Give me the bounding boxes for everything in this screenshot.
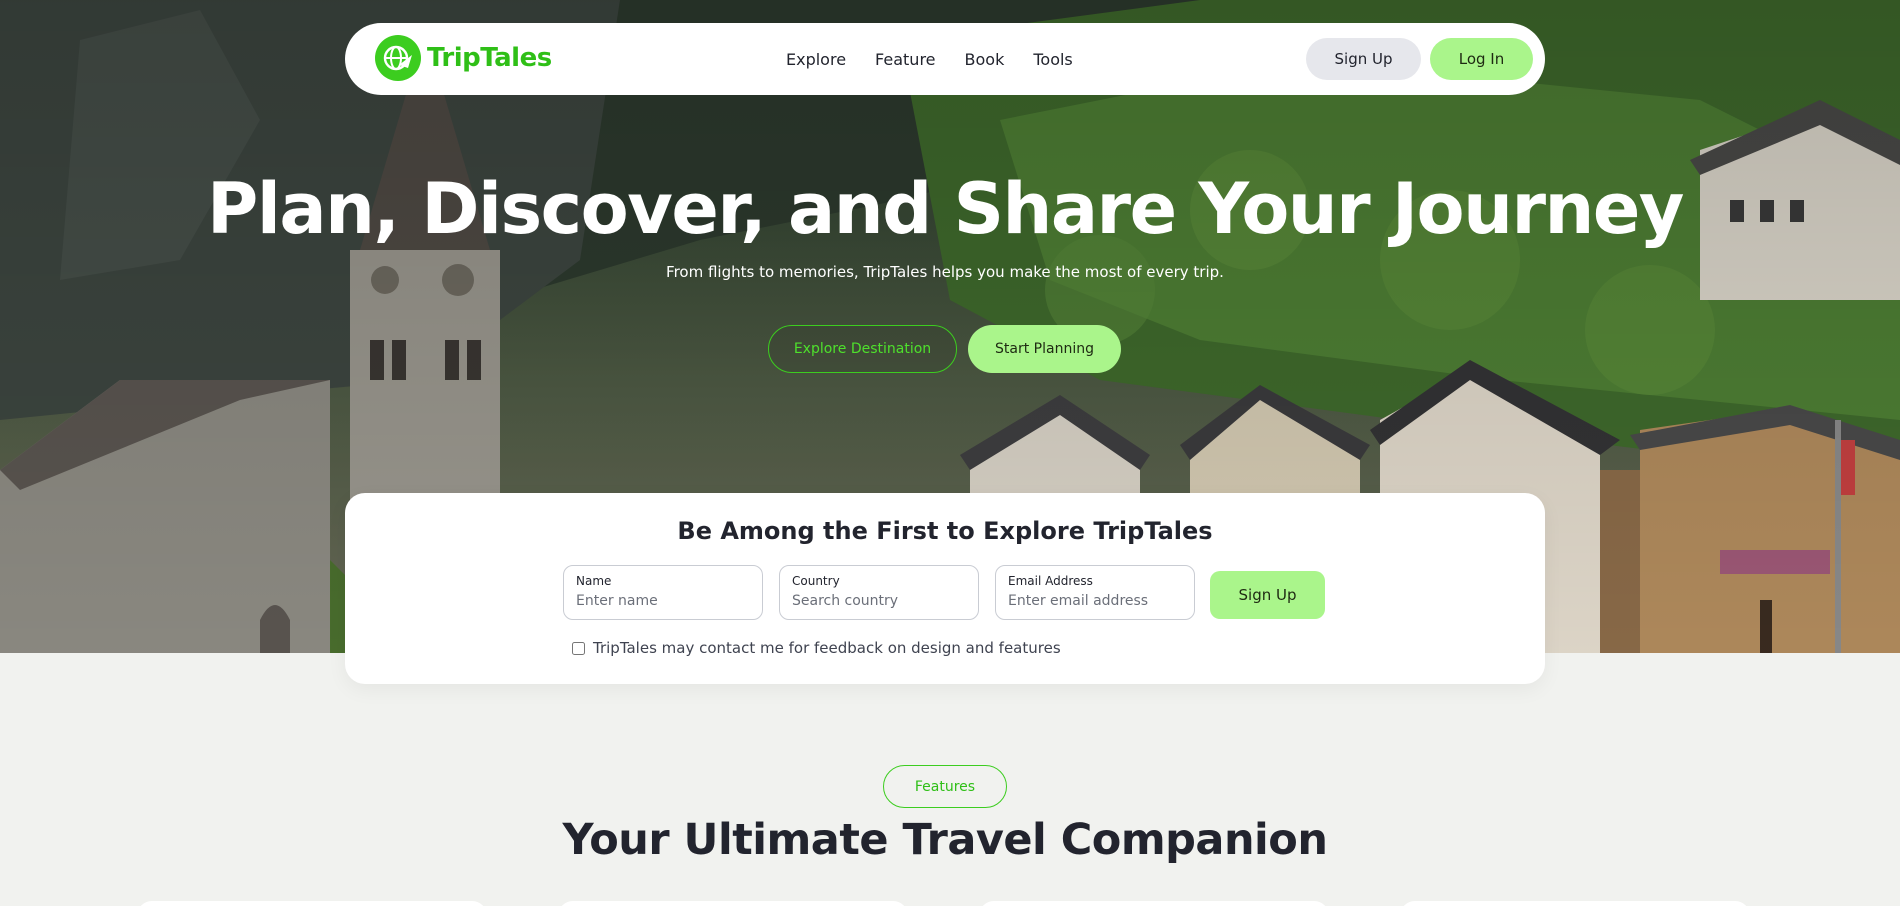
nav-link-tools[interactable]: Tools bbox=[1033, 50, 1072, 69]
name-field-label: Name bbox=[576, 574, 612, 588]
feedback-consent-label: TripTales may contact me for feedback on… bbox=[593, 639, 1061, 657]
feature-card[interactable] bbox=[979, 901, 1329, 906]
top-navbar: TripTales Explore Feature Book Tools Sig… bbox=[345, 23, 1545, 95]
early-access-signup-card: Be Among the First to Explore TripTales … bbox=[345, 493, 1545, 684]
nav-link-explore[interactable]: Explore bbox=[786, 50, 846, 69]
nav-login-button[interactable]: Log In bbox=[1430, 38, 1533, 80]
name-input[interactable] bbox=[576, 590, 752, 612]
country-field-label: Country bbox=[792, 574, 840, 588]
hero-title: Plan, Discover, and Share Your Journey bbox=[207, 168, 1684, 250]
hero-subtitle: From flights to memories, TripTales help… bbox=[666, 263, 1224, 281]
globe-logo-icon bbox=[375, 35, 421, 81]
nav-link-feature[interactable]: Feature bbox=[875, 50, 935, 69]
features-title: Your Ultimate Travel Companion bbox=[562, 815, 1328, 865]
start-planning-button[interactable]: Start Planning bbox=[968, 325, 1121, 373]
brand-name: TripTales bbox=[427, 43, 552, 73]
nav-signup-button[interactable]: Sign Up bbox=[1306, 38, 1421, 80]
nav-link-book[interactable]: Book bbox=[965, 50, 1005, 69]
feedback-consent-checkbox[interactable] bbox=[572, 641, 585, 655]
brand-logo[interactable]: TripTales bbox=[375, 35, 552, 81]
feature-card[interactable] bbox=[558, 901, 908, 906]
feature-card[interactable] bbox=[1400, 901, 1750, 906]
email-input[interactable] bbox=[1008, 590, 1184, 612]
signup-title: Be Among the First to Explore TripTales bbox=[677, 517, 1213, 545]
nav-links: Explore Feature Book Tools bbox=[786, 23, 1073, 95]
country-search-input[interactable] bbox=[792, 590, 968, 612]
email-field-label: Email Address bbox=[1008, 574, 1093, 588]
explore-destination-button[interactable]: Explore Destination bbox=[768, 325, 957, 373]
country-field: Country bbox=[779, 565, 979, 620]
feature-card[interactable] bbox=[137, 901, 487, 906]
signup-submit-button[interactable]: Sign Up bbox=[1210, 571, 1325, 619]
name-field: Name bbox=[563, 565, 763, 620]
features-badge: Features bbox=[883, 765, 1007, 808]
email-field: Email Address bbox=[995, 565, 1195, 620]
feedback-consent[interactable]: TripTales may contact me for feedback on… bbox=[572, 639, 1061, 657]
